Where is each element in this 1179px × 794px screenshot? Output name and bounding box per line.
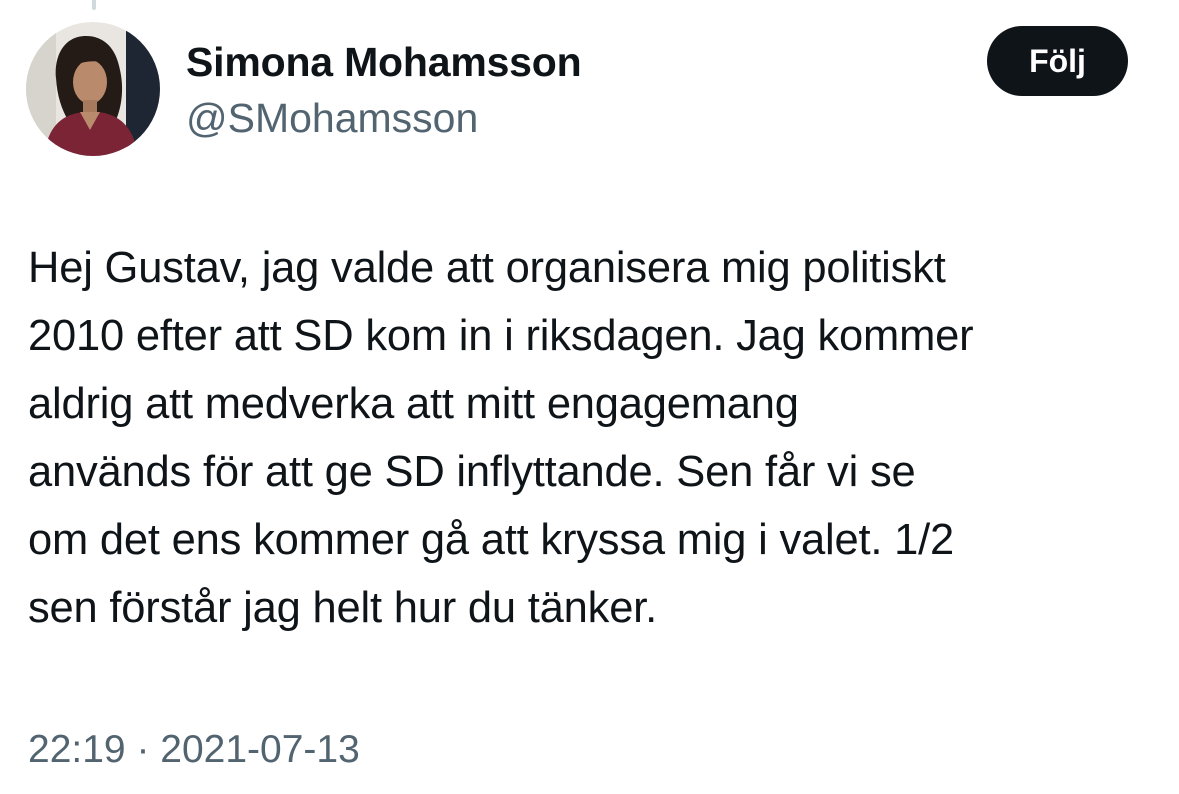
- author-handle[interactable]: @SMohamsson: [186, 92, 478, 144]
- tweet-time[interactable]: 22:19: [28, 728, 126, 771]
- thread-connector-line: [92, 0, 96, 10]
- avatar[interactable]: [26, 22, 160, 156]
- tweet-text-line: Hej Gustav, jag valde att organisera mig…: [28, 244, 946, 292]
- tweet-text-line: används för att ge SD inflyttande. Sen f…: [28, 448, 916, 496]
- author-display-name[interactable]: Simona Mohamsson: [186, 36, 582, 88]
- tweet-text-line: aldrig att medverka att mitt engagemang: [28, 380, 799, 428]
- meta-separator: ·: [136, 728, 150, 771]
- avatar-photo: [26, 22, 160, 156]
- tweet-text: Hej Gustav, jag valde att organisera mig…: [28, 234, 1163, 642]
- tweet-date[interactable]: 2021-07-13: [160, 728, 360, 771]
- follow-button[interactable]: Följ: [987, 26, 1128, 96]
- tweet-meta: 22:19 · 2021-07-13: [28, 724, 360, 776]
- tweet-text-line: sen förstår jag helt hur du tänker.: [28, 584, 657, 632]
- tweet-text-line: 2010 efter att SD kom in i riksdagen. Ja…: [28, 312, 974, 360]
- tweet-text-line: om det ens kommer gå att kryssa mig i va…: [28, 516, 955, 564]
